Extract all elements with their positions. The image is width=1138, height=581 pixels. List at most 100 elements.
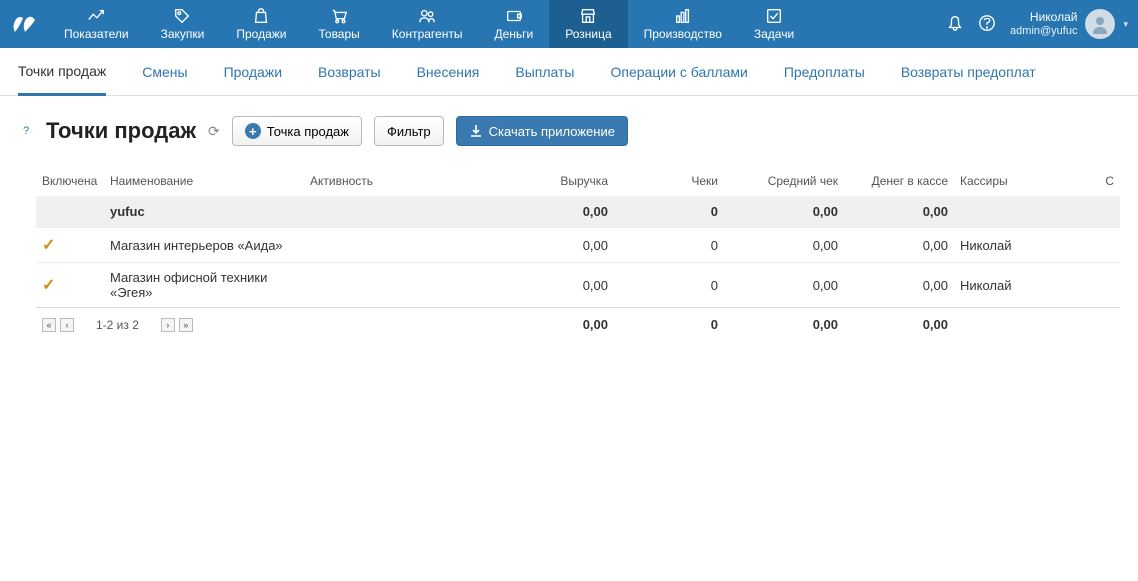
th-revenue[interactable]: Выручка <box>484 166 614 196</box>
nav-production[interactable]: Производство <box>628 0 738 48</box>
table-row[interactable]: ✓ Магазин интерьеров «Аида» 0,00 0 0,00 … <box>36 228 1120 263</box>
nav-purchases[interactable]: Закупки <box>145 0 221 48</box>
nav-label: Розница <box>565 27 611 41</box>
pager-first-icon[interactable]: « <box>42 318 56 332</box>
bell-icon[interactable] <box>946 14 964 35</box>
pager-text: 1-2 из 2 <box>96 318 139 332</box>
nav-counterparties[interactable]: Контрагенты <box>376 0 479 48</box>
th-activity[interactable]: Активность <box>304 166 484 196</box>
pos-table: Включена Наименование Активность Выручка… <box>36 166 1120 340</box>
subnav-deposits[interactable]: Внесения <box>417 48 480 95</box>
user-name: Николай <box>1010 10 1077 24</box>
plus-icon: + <box>245 123 261 139</box>
page-help-icon[interactable]: ? <box>18 123 34 139</box>
pager-next-icon[interactable]: › <box>161 318 175 332</box>
row-avg: 0,00 <box>724 228 844 263</box>
pager-prev-icon[interactable]: ‹ <box>60 318 74 332</box>
chevron-down-icon: ▾ <box>1123 19 1128 30</box>
nav-money[interactable]: Деньги <box>478 0 549 48</box>
wallet-icon <box>505 7 523 25</box>
nav-sales[interactable]: Продажи <box>220 0 302 48</box>
bag-icon <box>252 7 270 25</box>
add-pos-label: Точка продаж <box>267 124 349 139</box>
nav-tasks[interactable]: Задачи <box>738 0 810 48</box>
pager: « ‹ 1-2 из 2 › » <box>42 318 193 332</box>
th-checks[interactable]: Чеки <box>614 166 724 196</box>
help-icon[interactable] <box>978 14 996 35</box>
nav-label: Товары <box>319 27 360 41</box>
app-logo[interactable] <box>0 0 48 48</box>
row-cashiers: Николай <box>954 228 1090 263</box>
enabled-check-icon: ✓ <box>42 277 55 294</box>
tag-icon <box>173 7 191 25</box>
sub-navigation: Точки продаж Смены Продажи Возвраты Внес… <box>0 48 1138 96</box>
row-avg: 0,00 <box>724 263 844 308</box>
footer-avg: 0,00 <box>724 308 844 341</box>
download-app-button[interactable]: Скачать приложение <box>456 116 628 146</box>
pager-last-icon[interactable]: » <box>179 318 193 332</box>
group-avg: 0,00 <box>724 196 844 228</box>
user-text: Николай admin@yufuc <box>1010 10 1077 38</box>
subnav-payouts[interactable]: Выплаты <box>515 48 574 95</box>
table-row[interactable]: ✓ Магазин офисной техники «Эгея» 0,00 0 … <box>36 263 1120 308</box>
row-checks: 0 <box>614 263 724 308</box>
subnav-points-ops[interactable]: Операции с баллами <box>610 48 747 95</box>
nav-label: Контрагенты <box>392 27 463 41</box>
page-title: Точки продаж <box>46 118 196 144</box>
th-last[interactable]: С <box>1090 166 1120 196</box>
th-enabled[interactable]: Включена <box>36 166 104 196</box>
subnav-shifts[interactable]: Смены <box>142 48 187 95</box>
row-revenue: 0,00 <box>484 263 614 308</box>
subnav-returns[interactable]: Возвраты <box>318 48 381 95</box>
add-pos-button[interactable]: + Точка продаж <box>232 116 362 146</box>
refresh-icon[interactable]: ⟳ <box>208 123 220 140</box>
row-name: Магазин офисной техники «Эгея» <box>104 263 304 308</box>
row-name: Магазин интерьеров «Аида» <box>104 228 304 263</box>
subnav-sales[interactable]: Продажи <box>224 48 282 95</box>
th-name[interactable]: Наименование <box>104 166 304 196</box>
download-icon <box>469 124 483 138</box>
th-cash[interactable]: Денег в кассе <box>844 166 954 196</box>
nav-label: Производство <box>644 27 722 41</box>
group-revenue: 0,00 <box>484 196 614 228</box>
filter-label: Фильтр <box>387 124 431 139</box>
filter-button[interactable]: Фильтр <box>374 116 444 146</box>
th-cashiers[interactable]: Кассиры <box>954 166 1090 196</box>
row-revenue: 0,00 <box>484 228 614 263</box>
nav-retail[interactable]: Розница <box>549 0 627 48</box>
th-avg[interactable]: Средний чек <box>724 166 844 196</box>
footer-revenue: 0,00 <box>484 308 614 341</box>
row-cash: 0,00 <box>844 228 954 263</box>
nav-items: Показатели Закупки Продажи Товары Контра… <box>48 0 946 48</box>
people-icon <box>418 7 436 25</box>
row-cashiers: Николай <box>954 263 1090 308</box>
avatar-icon <box>1085 9 1115 39</box>
store-icon <box>579 7 597 25</box>
group-cash: 0,00 <box>844 196 954 228</box>
subnav-prepay[interactable]: Предоплаты <box>784 48 865 95</box>
table-header-row: Включена Наименование Активность Выручка… <box>36 166 1120 196</box>
subnav-pos[interactable]: Точки продаж <box>18 49 106 96</box>
nav-label: Показатели <box>64 27 129 41</box>
row-cash: 0,00 <box>844 263 954 308</box>
footer-checks: 0 <box>614 308 724 341</box>
nav-label: Закупки <box>161 27 205 41</box>
download-label: Скачать приложение <box>489 124 615 139</box>
chart-icon <box>87 7 105 25</box>
nav-label: Задачи <box>754 27 794 41</box>
user-menu[interactable]: Николай admin@yufuc ▾ <box>1010 9 1128 39</box>
enabled-check-icon: ✓ <box>42 237 55 254</box>
check-icon <box>765 7 783 25</box>
nav-label: Продажи <box>236 27 286 41</box>
cart-icon <box>330 7 348 25</box>
nav-label: Деньги <box>494 27 533 41</box>
top-navigation: Показатели Закупки Продажи Товары Контра… <box>0 0 1138 48</box>
group-row[interactable]: yufuc 0,00 0 0,00 0,00 <box>36 196 1120 228</box>
nav-goods[interactable]: Товары <box>303 0 376 48</box>
user-login: admin@yufuc <box>1010 25 1077 38</box>
subnav-prepay-returns[interactable]: Возвраты предоплат <box>901 48 1036 95</box>
bars-icon <box>674 7 692 25</box>
row-checks: 0 <box>614 228 724 263</box>
footer-cash: 0,00 <box>844 308 954 341</box>
nav-indicators[interactable]: Показатели <box>48 0 145 48</box>
